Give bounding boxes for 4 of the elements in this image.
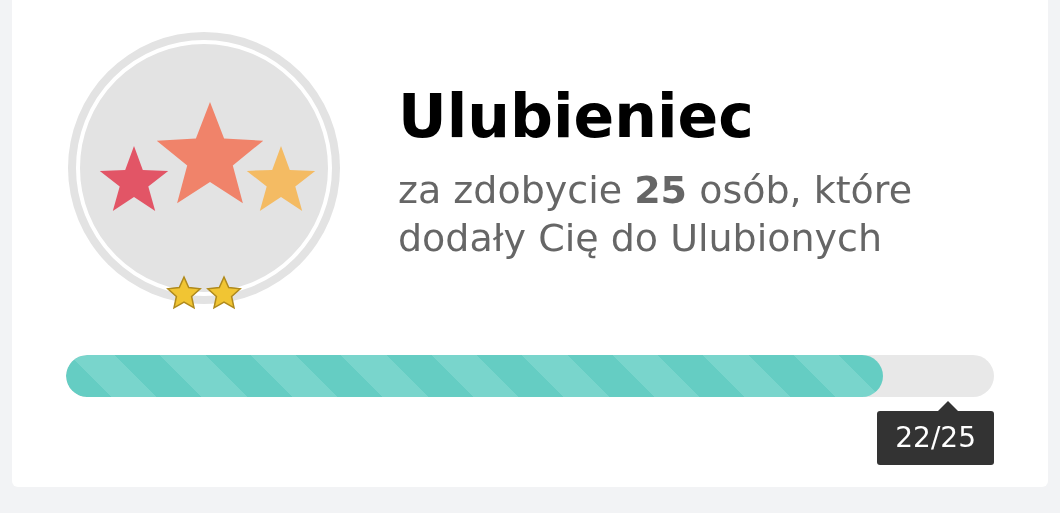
badge-title: Ulubieniec: [398, 80, 755, 152]
badge-icon: [68, 32, 340, 310]
badge-description: za zdobycie 25 osób, które dodały Cię do Ulubionych: [398, 167, 914, 262]
progress-tooltip: 22/25: [877, 411, 994, 465]
